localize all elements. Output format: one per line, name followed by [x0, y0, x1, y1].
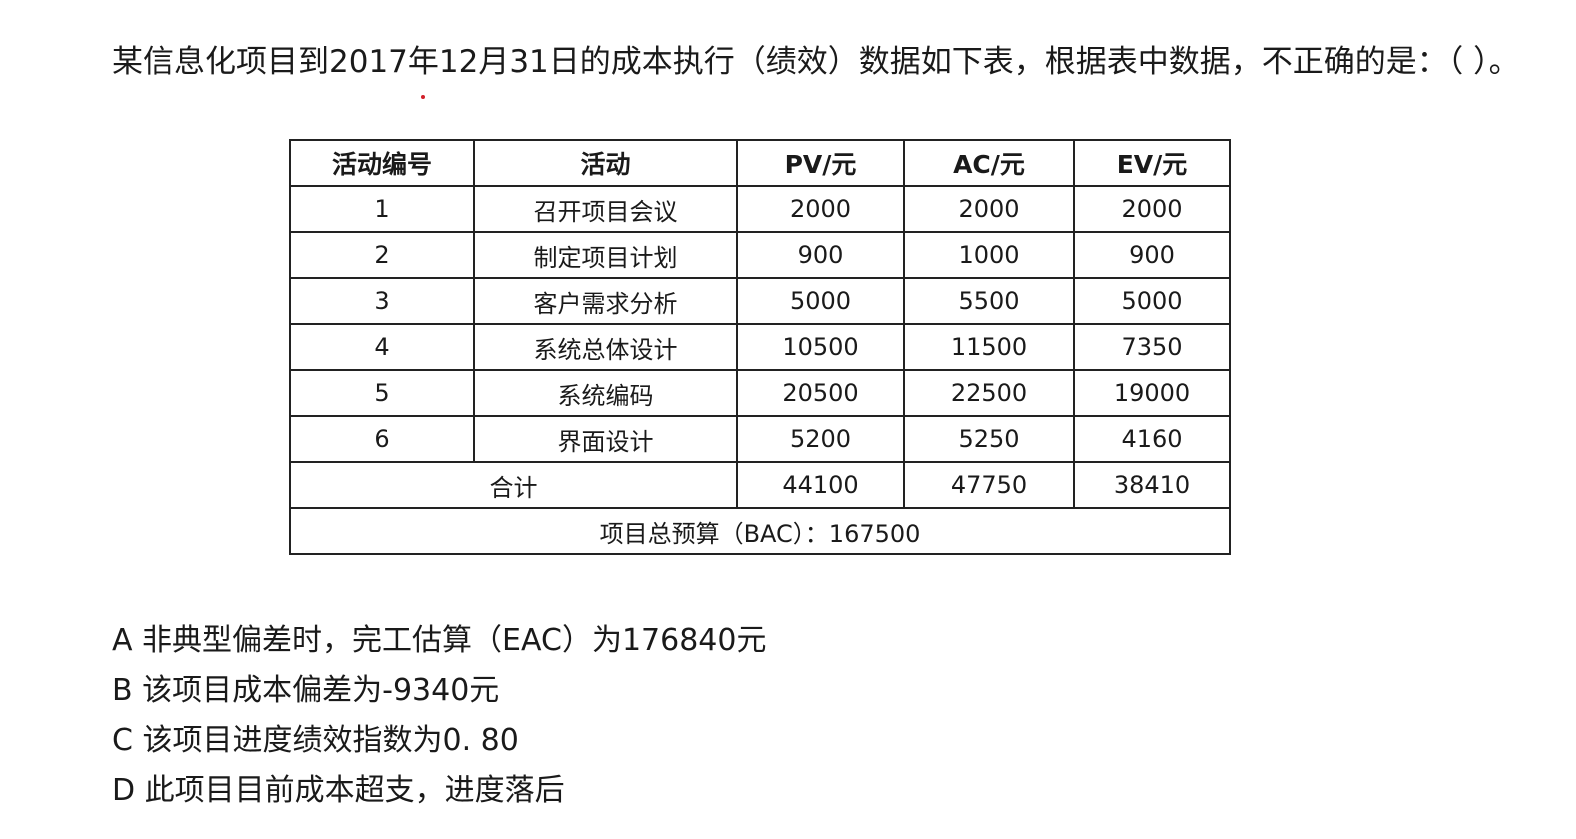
question-text: 某信息化项目到2017年12月31日的成本执行（绩效）数据如下表，根据表中数据，… [112, 44, 1520, 80]
cell-ev: 7350 [1073, 323, 1231, 371]
cell-activity: 系统总体设计 [473, 323, 738, 371]
cell-ac: 11500 [903, 323, 1075, 371]
table-header-row: 活动编号 活动 PV/元 AC/元 EV/元 [289, 139, 1231, 187]
header-ev: EV/元 [1073, 139, 1231, 187]
table-budget-row: 项目总预算（BAC）：167500 [289, 507, 1231, 555]
cell-budget: 项目总预算（BAC）：167500 [289, 507, 1231, 555]
cell-ev: 19000 [1073, 369, 1231, 417]
cell-ev: 4160 [1073, 415, 1231, 463]
red-mark [421, 95, 425, 99]
answer-options: A 非典型偏差时，完工估算（EAC）为176840元 B 该项目成本偏差为-93… [112, 616, 766, 816]
cell-ac: 2000 [903, 185, 1075, 233]
cell-total-label: 合计 [289, 461, 738, 509]
cell-ac: 1000 [903, 231, 1075, 279]
cell-total-pv: 44100 [736, 461, 905, 509]
table-total-row: 合计 44100 47750 38410 [289, 461, 1231, 509]
cell-id: 3 [289, 277, 475, 325]
cell-id: 1 [289, 185, 475, 233]
option-c[interactable]: C 该项目进度绩效指数为0. 80 [112, 716, 766, 766]
header-activity-id: 活动编号 [289, 139, 475, 187]
option-d[interactable]: D 此项目目前成本超支，进度落后 [112, 766, 766, 816]
cell-pv: 20500 [736, 369, 905, 417]
cell-pv: 10500 [736, 323, 905, 371]
cell-id: 6 [289, 415, 475, 463]
cell-pv: 5200 [736, 415, 905, 463]
cell-activity: 客户需求分析 [473, 277, 738, 325]
cell-ev: 2000 [1073, 185, 1231, 233]
table-row: 2 制定项目计划 900 1000 900 [289, 231, 1231, 279]
cell-ev: 5000 [1073, 277, 1231, 325]
cell-ac: 5500 [903, 277, 1075, 325]
table-row: 3 客户需求分析 5000 5500 5000 [289, 277, 1231, 325]
cell-id: 4 [289, 323, 475, 371]
cell-pv: 5000 [736, 277, 905, 325]
cost-performance-table: 活动编号 活动 PV/元 AC/元 EV/元 1 召开项目会议 2000 200… [289, 139, 1231, 555]
cell-activity: 召开项目会议 [473, 185, 738, 233]
cell-ac: 5250 [903, 415, 1075, 463]
cell-activity: 制定项目计划 [473, 231, 738, 279]
cell-total-ac: 47750 [903, 461, 1075, 509]
cell-id: 2 [289, 231, 475, 279]
table-row: 6 界面设计 5200 5250 4160 [289, 415, 1231, 463]
table-row: 4 系统总体设计 10500 11500 7350 [289, 323, 1231, 371]
cell-ac: 22500 [903, 369, 1075, 417]
cell-activity: 界面设计 [473, 415, 738, 463]
cell-pv: 2000 [736, 185, 905, 233]
cell-total-ev: 38410 [1073, 461, 1231, 509]
table-row: 1 召开项目会议 2000 2000 2000 [289, 185, 1231, 233]
cell-activity: 系统编码 [473, 369, 738, 417]
option-a[interactable]: A 非典型偏差时，完工估算（EAC）为176840元 [112, 616, 766, 666]
option-b[interactable]: B 该项目成本偏差为-9340元 [112, 666, 766, 716]
table-row: 5 系统编码 20500 22500 19000 [289, 369, 1231, 417]
header-pv: PV/元 [736, 139, 905, 187]
cell-pv: 900 [736, 231, 905, 279]
cell-ev: 900 [1073, 231, 1231, 279]
header-ac: AC/元 [903, 139, 1075, 187]
header-activity: 活动 [473, 139, 738, 187]
cell-id: 5 [289, 369, 475, 417]
